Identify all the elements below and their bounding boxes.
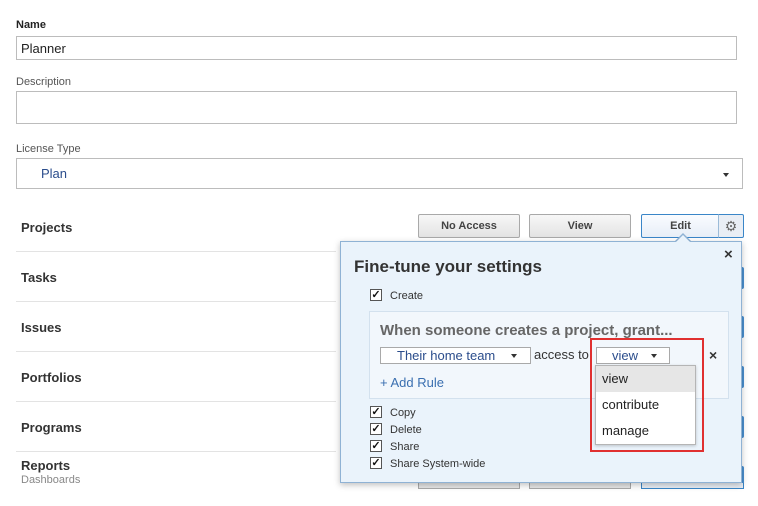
row-sublabel-dashboards: Dashboards [21, 474, 81, 486]
button-edge [641, 483, 744, 489]
license-type-select[interactable]: Plan [16, 158, 743, 189]
checkmark-icon: ✓ [371, 406, 381, 418]
create-label: Create [390, 290, 424, 302]
description-input[interactable] [16, 91, 737, 124]
name-label: Name [16, 19, 46, 31]
row-divider [16, 351, 336, 352]
row-label-issues: Issues [21, 320, 62, 335]
name-input[interactable] [16, 36, 737, 60]
row-divider [16, 251, 336, 252]
delete-label: Delete [390, 424, 422, 436]
rule-heading: When someone creates a project, grant... [380, 322, 673, 339]
copy-label: Copy [390, 407, 416, 419]
popover-pointer-fill [676, 235, 690, 242]
gear-icon[interactable]: ⚙ [718, 214, 744, 238]
license-type-label: License Type [16, 143, 81, 155]
checkmark-icon: ✓ [371, 440, 381, 452]
row-divider [16, 401, 336, 402]
share-system-wide-label: Share System-wide [390, 458, 486, 470]
chevron-down-icon [511, 354, 517, 358]
copy-checkbox[interactable]: ✓ [370, 406, 382, 418]
share-checkbox[interactable]: ✓ [370, 440, 382, 452]
row-label-reports: Reports [21, 458, 71, 473]
popover-title: Fine-tune your settings [354, 257, 542, 276]
row-label-portfolios: Portfolios [21, 370, 82, 385]
button-edge [418, 483, 520, 489]
row-label-programs: Programs [21, 420, 82, 435]
share-system-wide-checkbox[interactable]: ✓ [370, 457, 382, 469]
create-checkbox[interactable]: ✓ [370, 289, 382, 301]
row-label-projects: Projects [21, 220, 73, 235]
share-label: Share [390, 441, 420, 453]
no-access-button[interactable]: No Access [418, 214, 520, 238]
row-divider [16, 451, 336, 452]
button-edge [529, 483, 631, 489]
highlight-box [590, 338, 704, 452]
description-label: Description [16, 76, 72, 88]
view-button[interactable]: View [529, 214, 631, 238]
checkmark-icon: ✓ [371, 289, 381, 301]
row-label-tasks: Tasks [21, 270, 57, 285]
checkmark-icon: ✓ [371, 423, 381, 435]
close-icon[interactable]: × [709, 347, 717, 363]
add-rule-link[interactable]: + Add Rule [380, 375, 444, 390]
checkmark-icon: ✓ [371, 457, 381, 469]
delete-checkbox[interactable]: ✓ [370, 423, 382, 435]
chevron-down-icon [723, 173, 729, 177]
license-type-value: Plan [41, 166, 68, 181]
row-divider [16, 301, 336, 302]
close-icon[interactable]: × [724, 246, 733, 263]
access-to-text: access to [534, 347, 589, 362]
team-select-value: Their home team [397, 348, 496, 363]
team-select[interactable]: Their home team [380, 347, 531, 364]
